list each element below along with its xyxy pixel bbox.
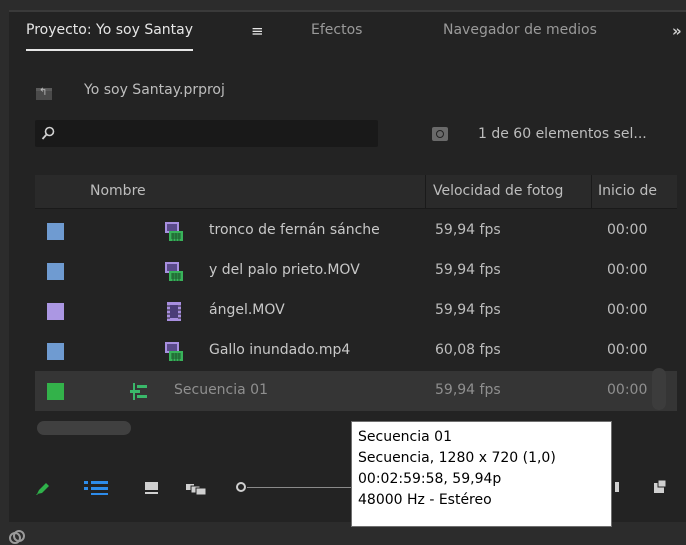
column-divider[interactable] [425, 175, 426, 208]
video-audio-clip-icon [165, 342, 183, 361]
project-file-name: Yo soy Santay.prproj [84, 82, 225, 98]
row-name: tronco de fernán sánche [209, 222, 380, 238]
search-icon [41, 126, 55, 140]
icon-view-icon[interactable] [144, 481, 160, 495]
more-panels-icon[interactable]: » [672, 22, 682, 40]
video-audio-clip-icon [165, 222, 183, 241]
tab-media-browser[interactable]: Navegador de medios [443, 22, 597, 38]
table-row[interactable]: tronco de fernán sánche 59,94 fps 00:00 [35, 211, 677, 251]
active-tab-underline [26, 49, 194, 51]
sequence-icon [130, 383, 147, 400]
pencil-icon[interactable] [35, 482, 51, 496]
tooltip-line: 48000 Hz - Estéreo [358, 492, 492, 508]
hamburger-menu-icon[interactable]: ≡ [251, 22, 264, 40]
column-header-frame-rate[interactable]: Velocidad de fotog [433, 183, 563, 199]
find-bin-icon[interactable] [432, 127, 448, 141]
list-view-icon[interactable] [84, 480, 108, 496]
zoom-slider-handle[interactable] [236, 482, 246, 492]
row-frame-rate: 59,94 fps [435, 302, 501, 318]
row-name: Gallo inundado.mp4 [209, 342, 351, 358]
tab-effects[interactable]: Efectos [311, 22, 362, 38]
row-media-start: 00:00 [607, 222, 648, 238]
row-media-start: 00:00 [607, 342, 648, 358]
zoom-slider[interactable] [247, 487, 357, 488]
horizontal-scrollbar[interactable] [37, 421, 131, 435]
label-color-swatch[interactable] [47, 223, 64, 240]
tab-project[interactable]: Proyecto: Yo soy Santay [26, 22, 194, 51]
table-header: Nombre Velocidad de fotog Inicio de [35, 175, 677, 209]
row-frame-rate: 59,94 fps [435, 262, 501, 278]
row-frame-rate: 60,08 fps [435, 342, 501, 358]
column-header-media-start[interactable]: Inicio de [598, 183, 657, 199]
video-audio-clip-icon [165, 262, 183, 281]
bin-up-icon[interactable] [36, 87, 52, 100]
vertical-scrollbar[interactable] [652, 368, 666, 410]
item-count: 1 de 60 elementos sel... [478, 126, 647, 142]
row-name: Secuencia 01 [174, 382, 268, 398]
column-header-name[interactable]: Nombre [90, 183, 146, 199]
new-item-icon[interactable] [651, 479, 667, 495]
table-row[interactable]: y del palo prieto.MOV 59,94 fps 00:00 [35, 251, 677, 291]
table-row[interactable]: Secuencia 01 59,94 fps 00:00 [35, 371, 677, 411]
row-frame-rate: 59,94 fps [435, 222, 501, 238]
table-row[interactable]: Gallo inundado.mp4 60,08 fps 00:00 [35, 331, 677, 371]
table-row[interactable]: ángel.MOV 59,94 fps 00:00 [35, 291, 677, 331]
row-media-start: 00:00 [607, 302, 648, 318]
tooltip-line: 00:02:59:58, 59,94p [358, 471, 502, 487]
search-input[interactable] [63, 120, 367, 149]
freeform-view-icon[interactable] [186, 481, 208, 495]
tooltip-line: Secuencia, 1280 x 720 (1,0) [358, 450, 556, 466]
creative-cloud-icon[interactable] [8, 530, 26, 544]
tab-project-label: Proyecto: Yo soy Santay [26, 22, 194, 38]
column-divider[interactable] [591, 175, 592, 208]
label-color-swatch[interactable] [47, 263, 64, 280]
tooltip-line: Secuencia 01 [358, 429, 452, 445]
row-media-start: 00:00 [607, 262, 648, 278]
label-color-swatch[interactable] [47, 343, 64, 360]
row-name: y del palo prieto.MOV [209, 262, 360, 278]
video-clip-icon [167, 302, 181, 321]
label-color-swatch[interactable] [47, 383, 64, 400]
sort-icons-icon[interactable] [612, 480, 620, 494]
panel-border [9, 10, 686, 12]
row-frame-rate: 59,94 fps [435, 382, 501, 398]
item-tooltip: Secuencia 01 Secuencia, 1280 x 720 (1,0)… [351, 421, 612, 527]
label-color-swatch[interactable] [47, 303, 64, 320]
row-media-start: 00:00 [607, 382, 648, 398]
search-box[interactable] [35, 120, 378, 149]
row-name: ángel.MOV [209, 302, 285, 318]
